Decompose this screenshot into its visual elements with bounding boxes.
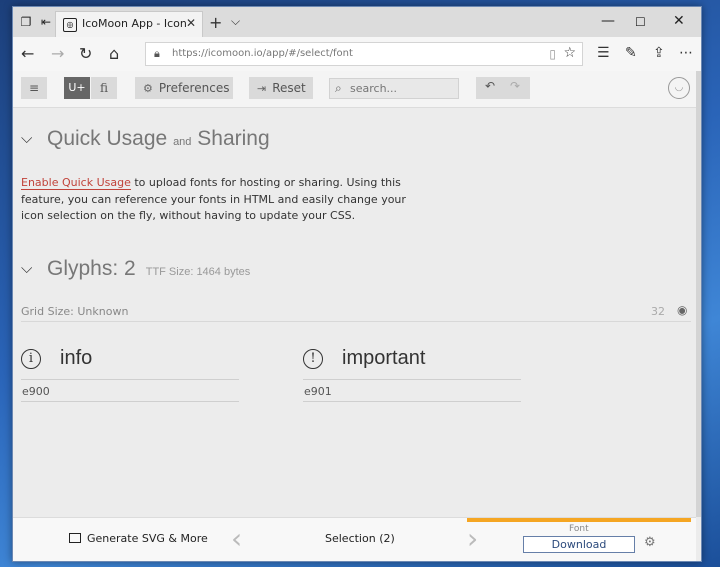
right-bracket-icon: › [467,522,479,555]
reset-button[interactable]: ⇥ Reset [249,77,313,99]
glyph-name: important [342,347,426,369]
url-text: https://icomoon.io/app/#/select/font [172,48,353,59]
new-tab-icon[interactable]: + [209,13,222,32]
left-bracket-icon: ‹ [231,522,243,555]
reset-icon: ⇥ [257,82,267,95]
title-bar: ❐ ⇤ ◎ IcoMoon App - Icon Font ✕ + ⌵ — ☐ … [13,7,701,37]
grid-size-label: Grid Size: Unknown [21,305,129,318]
divider [21,321,691,322]
home-icon[interactable]: ⌂ [109,45,119,63]
selection-tab[interactable]: Selection (2) [325,532,395,545]
glyphs-heading: Glyphs: 2 TTF Size: 1464 bytes [47,257,251,280]
grid-size-value[interactable]: 32 [651,305,665,318]
info-icon: i [21,349,41,369]
unicode-mode-button[interactable]: U+ [64,77,90,99]
url-field[interactable]: 🔒︎ https://icomoon.io/app/#/select/font … [145,42,583,66]
minimize-icon[interactable]: — [601,13,615,29]
favorites-hub-icon[interactable]: ☰ [597,45,610,61]
more-menu-icon[interactable]: ⋯ [679,45,693,61]
exclamation-icon: ! [303,349,323,369]
enable-quick-usage-link[interactable]: Enable Quick Usage [21,176,131,190]
reset-label: Reset [272,81,306,95]
generate-svg-button[interactable]: Generate SVG & More [69,532,208,545]
download-button[interactable]: Download [523,536,635,553]
hamburger-icon: ≡ [28,81,40,95]
reading-view-icon[interactable]: ▯ [549,47,556,61]
undo-icon[interactable]: ↶ [485,79,495,93]
maximize-icon[interactable]: ☐ [635,15,646,29]
close-window-icon[interactable]: ✕ [673,13,685,29]
tab-title: IcoMoon App - Icon Font [82,17,186,30]
icomoon-favicon-icon: ◎ [63,18,77,32]
redo-icon[interactable]: ↷ [510,79,520,93]
glyph-code[interactable]: e900 [22,385,50,398]
refresh-icon[interactable]: ↻ [79,45,92,63]
bottom-bar: Generate SVG & More ‹ Selection (2) › Fo… [13,517,696,561]
main-menu-button[interactable]: ≡ [21,77,47,99]
font-label: Font [569,524,589,534]
quick-usage-heading: Quick Usage and Sharing [47,127,270,150]
active-font-indicator [467,518,691,522]
gear-icon: ⚙ [143,82,153,95]
favorite-star-icon[interactable]: ☆ [563,45,576,61]
ligature-mode-button[interactable]: fi [91,77,117,99]
forward-arrow-icon[interactable]: → [51,45,64,63]
tab-overview-icon[interactable]: ❐ [19,15,33,29]
page-scrollbar[interactable] [696,71,701,517]
glyph-name: info [60,347,93,369]
lock-icon: 🔒︎ [154,47,160,60]
active-tab[interactable]: ◎ IcoMoon App - Icon Font ✕ [55,11,203,37]
back-arrow-icon[interactable]: ← [21,45,34,63]
preferences-button[interactable]: ⚙ Preferences [135,77,233,99]
quick-usage-description: Enable Quick Usage to upload fonts for h… [21,176,406,222]
search-box[interactable]: ⌕ [329,78,459,99]
account-smiley-icon[interactable]: ◡ [668,77,690,99]
preferences-label: Preferences [158,81,230,95]
font-settings-gear-icon[interactable]: ⚙ [644,535,656,550]
web-note-pen-icon[interactable]: ✎ [625,45,637,61]
undo-redo-group: ↶ ↷ [476,77,530,99]
generate-label: Generate SVG & More [87,532,208,545]
set-aside-tabs-icon[interactable]: ⇤ [39,15,53,29]
address-bar: ← → ↻ ⌂ 🔒︎ https://icomoon.io/app/#/sele… [13,37,701,72]
search-input[interactable] [350,80,454,97]
share-icon[interactable]: ⇪ [653,45,665,61]
page-content: ≡ U+ fi ⚙ Preferences ⇥ Reset ⌕ ↶ ↷ ◡ ⌵ Qu… [13,71,696,561]
image-icon [69,533,81,543]
glyph-code[interactable]: e901 [304,385,332,398]
app-toolbar: ≡ U+ fi ⚙ Preferences ⇥ Reset ⌕ ↶ ↷ ◡ [13,71,696,108]
ttf-size: TTF Size: 1464 bytes [145,266,251,278]
eye-icon[interactable]: ◉ [677,303,687,317]
collapse-glyphs-chevron-icon[interactable]: ⌵ [21,259,32,277]
search-icon: ⌕ [335,81,342,95]
tab-close-icon[interactable]: ✕ [186,16,196,30]
collapse-quick-usage-chevron-icon[interactable]: ⌵ [21,129,32,147]
tab-list-chevron-icon[interactable]: ⌵ [231,14,240,29]
browser-window: ❐ ⇤ ◎ IcoMoon App - Icon Font ✕ + ⌵ — ☐ … [12,6,702,562]
